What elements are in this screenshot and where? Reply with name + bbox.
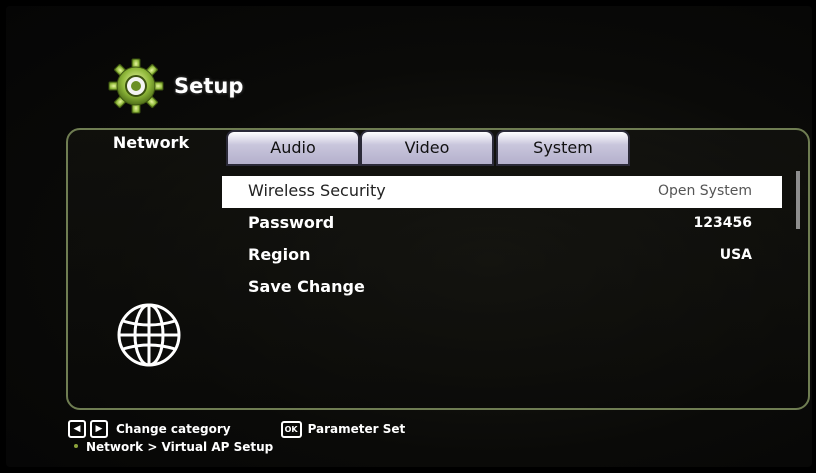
setting-value: 123456 bbox=[693, 215, 752, 231]
bullet-icon bbox=[74, 444, 78, 448]
setting-save-change[interactable]: Save Change bbox=[222, 272, 782, 304]
parameter-set-hint: Parameter Set bbox=[307, 422, 406, 436]
arrow-right-key-icon: ▶ bbox=[90, 420, 108, 438]
setting-label: Password bbox=[248, 213, 335, 232]
footer-hints: ◀ ▶ Change category OK Parameter Set Net… bbox=[68, 420, 405, 456]
setting-value: Open System bbox=[657, 183, 752, 199]
ok-key-icon: OK bbox=[280, 420, 302, 438]
scroll-thumb[interactable] bbox=[796, 171, 800, 229]
hint-line: ◀ ▶ Change category OK Parameter Set bbox=[68, 420, 405, 438]
setting-value: USA bbox=[719, 247, 752, 263]
tab-video[interactable]: Video bbox=[360, 130, 494, 166]
setting-password[interactable]: Password 123456 bbox=[222, 208, 782, 240]
breadcrumb: Network > Virtual AP Setup bbox=[68, 438, 405, 456]
setting-label: Region bbox=[248, 245, 311, 264]
scrollbar[interactable] bbox=[794, 171, 802, 399]
breadcrumb-text: Network > Virtual AP Setup bbox=[86, 440, 274, 454]
settings-list: Wireless Security Open System Password 1… bbox=[222, 176, 782, 304]
tab-audio[interactable]: Audio bbox=[226, 130, 360, 166]
setting-label: Save Change bbox=[248, 277, 365, 296]
setting-label: Wireless Security bbox=[248, 181, 386, 200]
page-header: Setup bbox=[108, 56, 243, 116]
setup-screen: Setup Network Audio Video System Wireles… bbox=[6, 6, 812, 467]
page-title: Setup bbox=[174, 74, 244, 98]
arrow-left-key-icon: ◀ bbox=[68, 420, 86, 438]
change-category-hint: Change category bbox=[116, 422, 231, 436]
tab-network[interactable]: Network bbox=[76, 124, 226, 160]
tab-system[interactable]: System bbox=[496, 130, 630, 166]
setting-region[interactable]: Region USA bbox=[222, 240, 782, 272]
globe-icon bbox=[117, 303, 181, 367]
setting-wireless-security[interactable]: Wireless Security Open System bbox=[222, 176, 782, 208]
gear-icon bbox=[108, 58, 164, 114]
